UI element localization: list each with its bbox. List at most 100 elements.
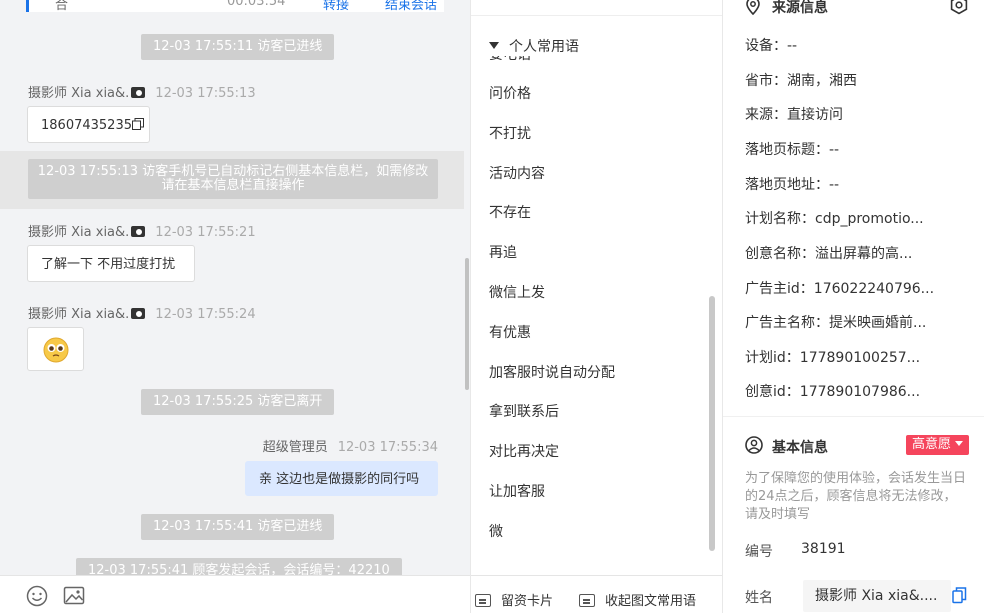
info-row-landing-url: 落地页地址：-- <box>745 174 839 194</box>
info-label: 广告主id： <box>745 281 814 297</box>
info-value: cdp_promotio... <box>815 211 924 227</box>
location-pin-icon <box>746 0 760 15</box>
phrase-item[interactable]: 微信上发 <box>489 283 615 323</box>
phrase-item[interactable]: 不打扰 <box>489 124 615 164</box>
info-label: 落地页地址： <box>745 177 829 193</box>
message-time: 12-03 17:55:34 <box>337 440 438 455</box>
phrase-item[interactable]: 对比再决定 <box>489 442 615 482</box>
sender-name: 摄影师 Xia xia&. <box>28 225 130 240</box>
copy-icon[interactable] <box>131 118 144 130</box>
divider <box>471 15 723 16</box>
info-label: 来源： <box>745 107 787 123</box>
info-row-device: 设备：-- <box>745 35 797 55</box>
phrase-item[interactable]: 问价格 <box>489 84 615 124</box>
info-row-source: 来源：直接访问 <box>745 104 843 124</box>
emoji-message-bubble[interactable] <box>27 327 84 371</box>
info-label: 广告主名称： <box>745 315 829 331</box>
basic-info-title: 基本信息 <box>772 440 828 456</box>
info-value: 溢出屏幕的高... <box>815 246 913 262</box>
info-value: 176022240796... <box>813 281 935 297</box>
message-bubble[interactable]: 了解一下 不用过度打扰 <box>27 245 195 282</box>
info-label: 省市： <box>745 73 787 89</box>
phrase-scrollbar[interactable] <box>709 296 715 551</box>
info-row-name: 姓名 <box>745 587 773 607</box>
info-value: 177890100257... <box>799 350 921 366</box>
copy-icon[interactable] <box>952 587 967 604</box>
settings-icon[interactable] <box>949 0 969 15</box>
message-sender: 摄影师 Xia xia&. 12-03 17:55:24 <box>28 303 256 322</box>
image-icon[interactable] <box>62 584 86 608</box>
phrase-bottom-bar: 留资卡片 收起图文常用语 <box>471 575 723 613</box>
phrase-item[interactable]: 让加客服 <box>489 482 615 522</box>
chat-input-toolbar <box>0 575 470 613</box>
intent-level-label: 高意愿 <box>912 437 952 452</box>
info-row-creative-id: 创意id：177890107986... <box>745 381 920 401</box>
info-value: -- <box>829 142 840 158</box>
info-row-plan-id: 计划id：177890100257... <box>745 347 920 367</box>
edit-notice: 为了保障您的使用体验，会话发生当日的24点之后，顾客信息将无法修改，请及时填写 <box>745 471 967 522</box>
info-row-advertiser-name: 广告主名称：提米映画婚前... <box>745 312 926 332</box>
info-row-creative-name: 创意名称：溢出屏幕的高... <box>745 243 912 263</box>
phrase-item[interactable]: 微 <box>489 522 615 562</box>
transfer-link[interactable]: 转接 <box>323 0 349 13</box>
info-value: 提米映画婚前... <box>829 315 927 331</box>
info-label: 计划名称： <box>745 211 815 227</box>
phrase-item[interactable]: 活动内容 <box>489 164 615 204</box>
system-message: 12-03 17:55:25 访客已离开 <box>141 389 335 415</box>
message-bubble[interactable]: 18607435235 <box>27 106 150 143</box>
info-value: -- <box>787 38 798 54</box>
camera-icon <box>131 87 146 98</box>
message-icon <box>579 594 595 607</box>
divider <box>723 416 984 417</box>
phrase-group-title: 个人常用语 <box>509 39 579 55</box>
session-header: 合 00:03:54 转接 结束会话 <box>26 0 444 13</box>
collapse-triangle-icon <box>489 42 499 49</box>
info-value: 177890107986... <box>799 384 921 400</box>
lead-card-button[interactable]: 留资卡片 <box>475 590 553 609</box>
session-duration: 00:03:54 <box>227 0 286 9</box>
info-value: 湖南，湘西 <box>787 73 857 89</box>
collapse-phrases-button[interactable]: 收起图文常用语 <box>579 590 696 609</box>
phrase-item[interactable]: 加客服时说自动分配 <box>489 363 615 403</box>
camera-icon <box>131 226 146 237</box>
info-label: 创意名称： <box>745 246 815 262</box>
info-label: 编号 <box>745 544 773 560</box>
customer-id-value: 38191 <box>801 541 846 557</box>
phrase-item[interactable]: 有优惠 <box>489 323 615 363</box>
system-message: 12-03 17:55:41 访客已进线 <box>141 514 335 540</box>
pleading-face-icon <box>43 337 69 363</box>
message-sender: 摄影师 Xia xia&. 12-03 17:55:21 <box>28 221 256 240</box>
lead-card-label: 留资卡片 <box>501 594 554 609</box>
info-label: 创意id： <box>745 384 800 400</box>
sender-name: 摄影师 Xia xia&. <box>28 86 130 101</box>
agent-message-bubble[interactable]: 亲 这边也是做摄影的同行吗 <box>245 461 438 496</box>
phone-number-text: 18607435235 <box>41 118 132 133</box>
customer-info-panel: 来源信息 设备：-- 省市：湖南，湘西 来源：直接访问 落地页标题：-- 落地页… <box>722 0 984 613</box>
phrase-item[interactable]: 再追 <box>489 243 615 283</box>
phrase-item[interactable]: 拿到联系后 <box>489 402 615 442</box>
system-message: 12-03 17:55:11 访客已进线 <box>141 34 335 60</box>
info-row-landing-title: 落地页标题：-- <box>745 139 839 159</box>
customer-name-field[interactable]: 摄影师 Xia xia&.... <box>803 580 951 612</box>
message-sender: 超级管理员 12-03 17:55:34 <box>263 436 438 455</box>
info-label: 设备： <box>745 38 787 54</box>
system-notice-row: 12-03 17:55:13 访客手机号已自动标记右侧基本信息栏，如需修改请在基… <box>0 151 464 209</box>
quick-phrase-panel: 要电话 个人常用语 问价格 不打扰 活动内容 不存在 再追 微信上发 有优惠 加… <box>470 0 723 613</box>
chat-panel: 合 00:03:54 转接 结束会话 12-03 17:55:11 访客已进线 … <box>0 0 470 613</box>
end-session-link[interactable]: 结束会话 <box>385 0 437 13</box>
info-label: 姓名 <box>745 590 773 606</box>
emoji-icon[interactable] <box>25 584 49 608</box>
info-label: 计划id： <box>745 350 800 366</box>
caret-down-icon <box>955 441 964 446</box>
session-header-label: 合 <box>55 0 69 13</box>
message-time: 12-03 17:55:13 <box>155 86 256 101</box>
message-sender: 摄影师 Xia xia&. 12-03 17:55:13 <box>28 82 256 101</box>
phrase-group-header[interactable]: 个人常用语 <box>489 36 585 56</box>
info-row-plan-name: 计划名称：cdp_promotio... <box>745 208 924 228</box>
chat-scrollbar[interactable] <box>465 258 469 390</box>
system-message: 12-03 17:55:13 访客手机号已自动标记右侧基本信息栏，如需修改请在基… <box>28 159 438 199</box>
intent-level-dropdown[interactable]: 高意愿 <box>906 435 970 455</box>
phrase-list: 问价格 不打扰 活动内容 不存在 再追 微信上发 有优惠 加客服时说自动分配 拿… <box>489 84 615 562</box>
card-icon <box>475 594 491 607</box>
phrase-item[interactable]: 不存在 <box>489 203 615 243</box>
